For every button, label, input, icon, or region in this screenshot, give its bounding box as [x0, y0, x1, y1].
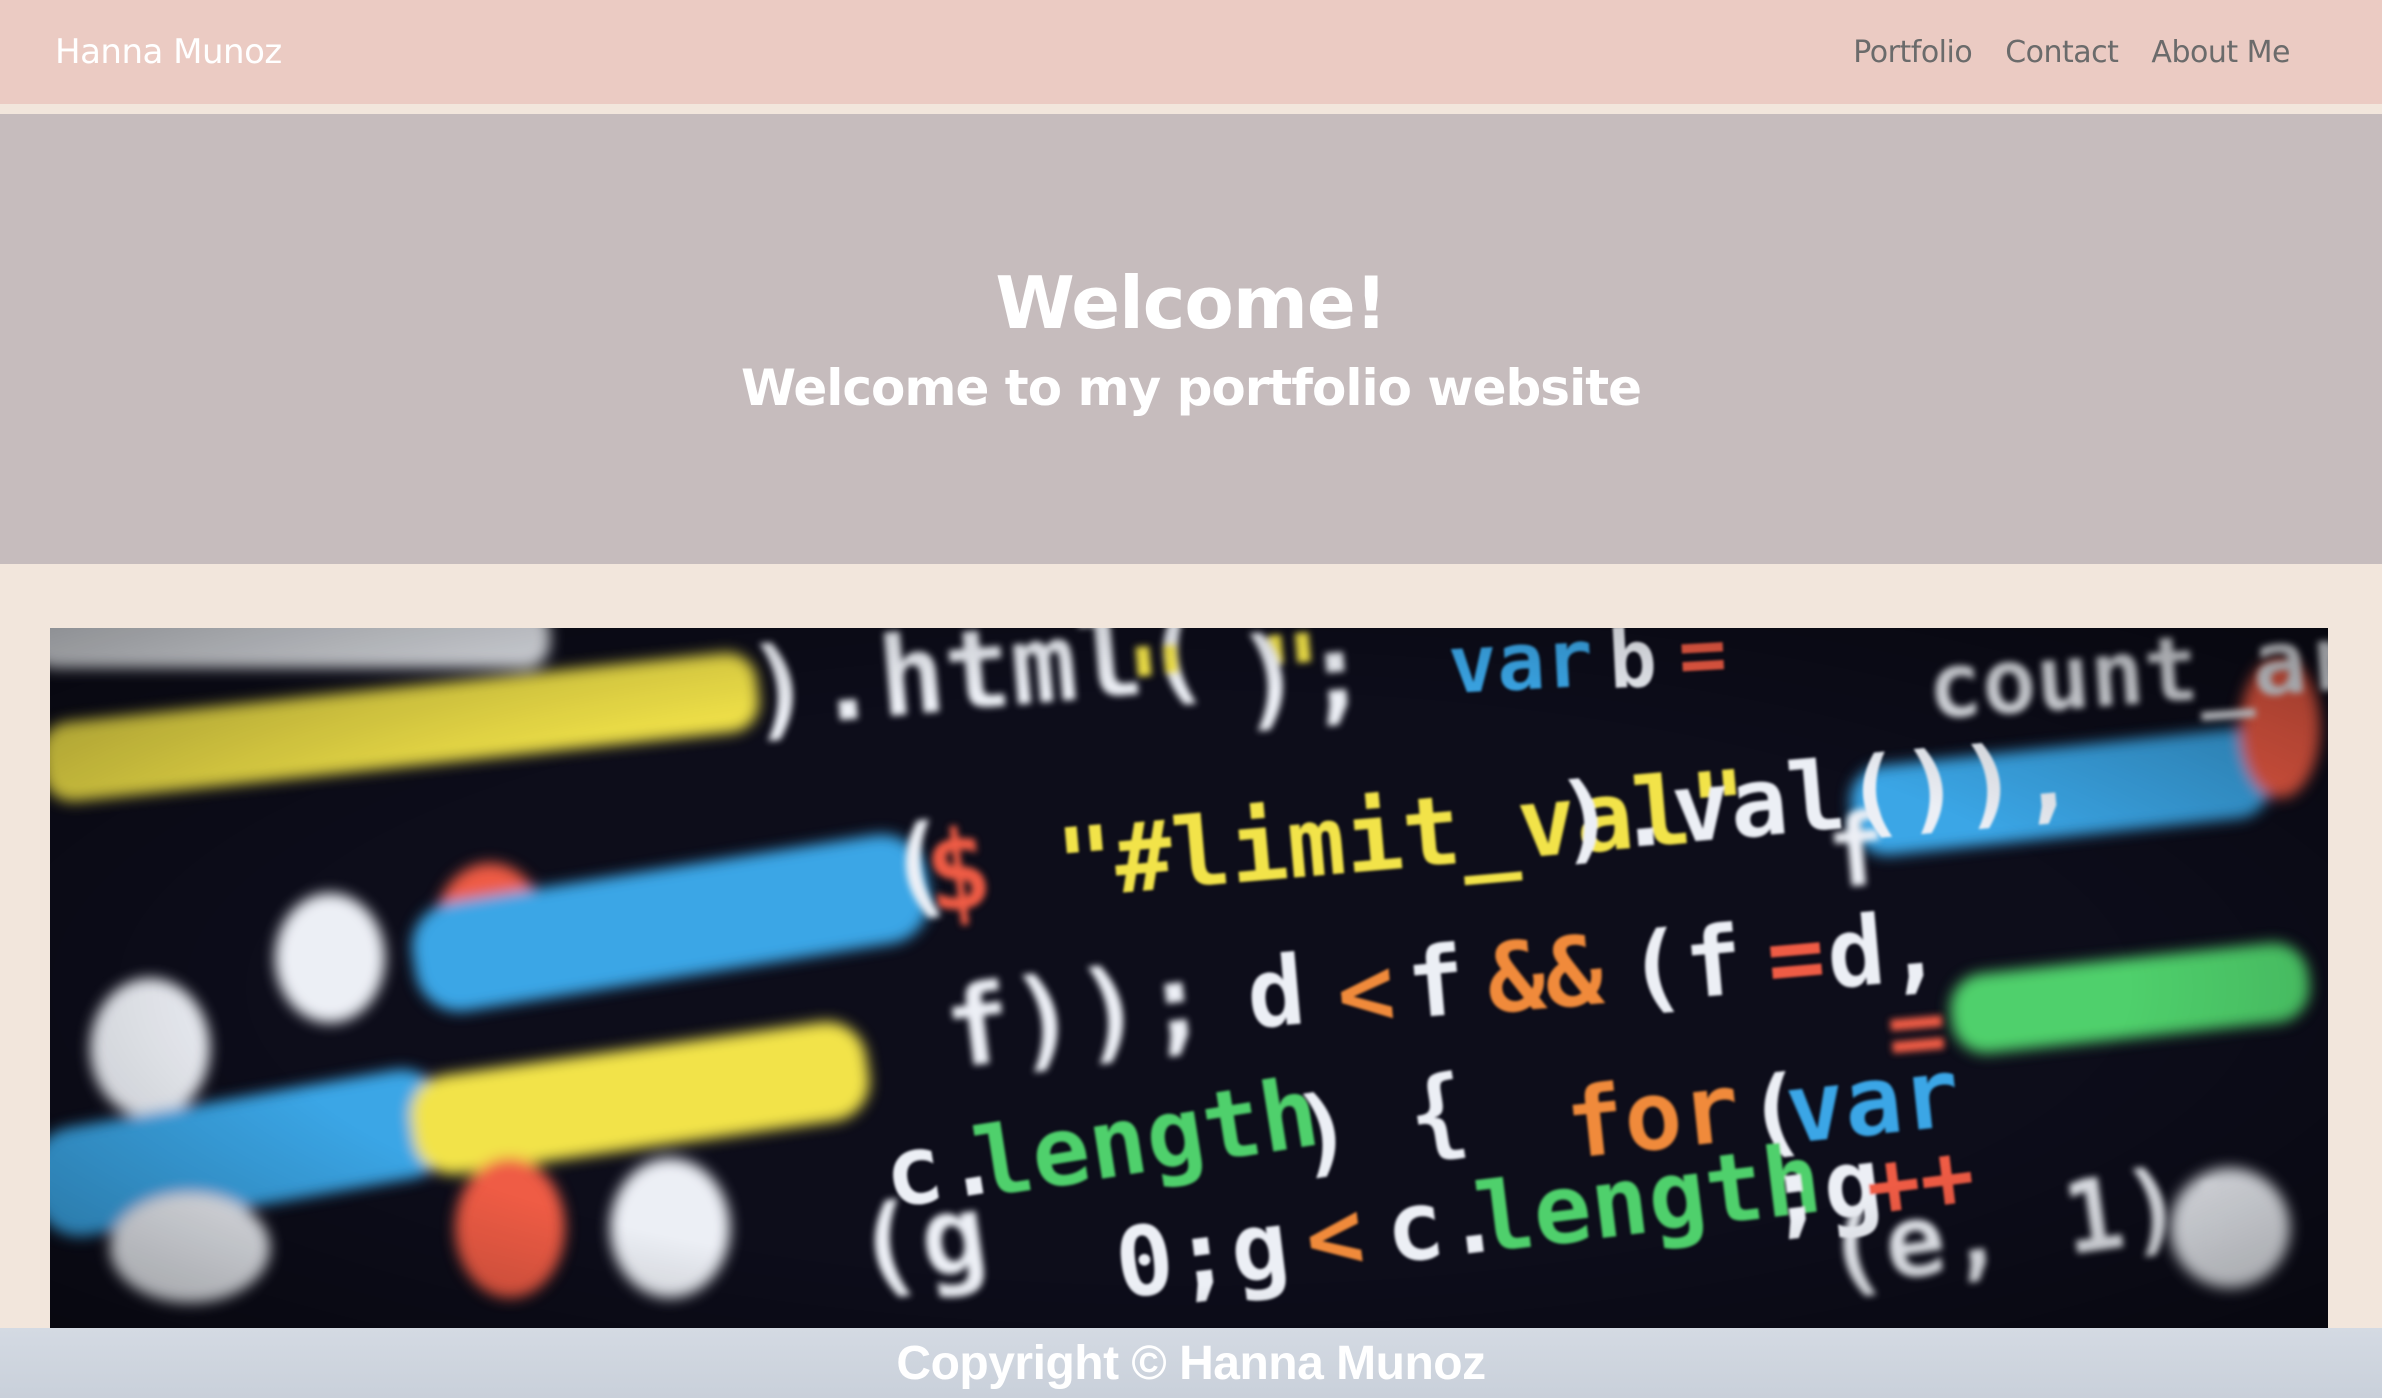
hero-title: Welcome!	[995, 261, 1387, 345]
top-navbar: Hanna Munoz Portfolio Contact About Me	[0, 0, 2382, 114]
nav-link-portfolio[interactable]: Portfolio	[1853, 35, 1972, 70]
nav-link-about-me[interactable]: About Me	[2151, 35, 2290, 70]
code-screen-image: ).html( " " ); ( $ f)); (g (e, 1); count…	[50, 628, 2328, 1348]
copyright-text: Copyright © Hanna Munoz	[896, 1336, 1486, 1390]
nav-link-contact[interactable]: Contact	[2005, 35, 2119, 70]
footer: Copyright © Hanna Munoz	[0, 1328, 2382, 1398]
code-image-art: ).html( " " ); ( $ f)); (g (e, 1); count…	[50, 628, 2328, 1348]
hero-banner: Welcome! Welcome to my portfolio website	[0, 114, 2382, 564]
nav-links: Portfolio Contact About Me	[1853, 35, 2290, 70]
hero-subtitle: Welcome to my portfolio website	[740, 359, 1642, 417]
brand-link[interactable]: Hanna Munoz	[55, 32, 282, 72]
